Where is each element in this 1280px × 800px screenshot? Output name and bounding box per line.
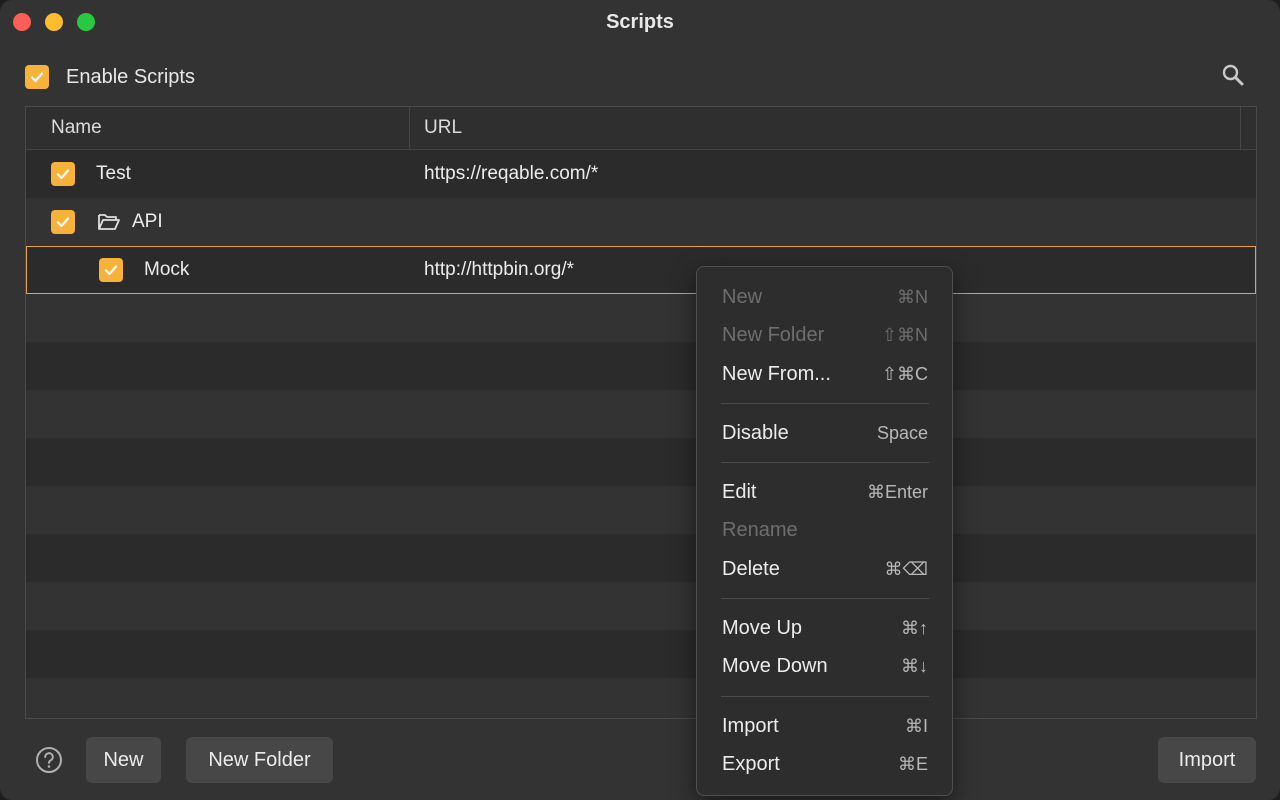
column-divider[interactable] (1240, 107, 1241, 149)
row-enable-checkbox[interactable] (51, 210, 75, 234)
empty-row (26, 582, 1256, 630)
menu-item-shortcut: ⇧⌘C (881, 364, 928, 384)
table-header: Name URL (26, 107, 1256, 150)
checkmark-icon (104, 265, 118, 276)
empty-row (26, 342, 1256, 390)
menu-item-new[interactable]: New ⌘N (697, 280, 952, 314)
scripts-table: Name URL Test https://reqable.com/* API (25, 106, 1257, 719)
script-name: Test (96, 163, 131, 184)
menu-item-label: New From... (722, 363, 831, 385)
menu-item-label: Rename (722, 519, 798, 541)
menu-item-shortcut: ⌘Enter (866, 482, 928, 502)
menu-item-shortcut: ⌘⌫ (884, 559, 928, 579)
menu-item-label: Export (722, 753, 780, 775)
context-menu: New ⌘N New Folder ⇧⌘N New From... ⇧⌘C Di… (696, 266, 953, 796)
menu-item-shortcut: ⌘E (897, 754, 928, 774)
menu-item-export[interactable]: Export ⌘E (697, 747, 952, 781)
menu-item-shortcut: ⇧⌘N (881, 325, 928, 345)
menu-item-label: Delete (722, 558, 780, 580)
empty-row (26, 294, 1256, 342)
title-bar: Scripts (0, 0, 1280, 46)
row-enable-checkbox[interactable] (51, 162, 75, 186)
script-name: Mock (144, 259, 190, 280)
new-folder-button[interactable]: New Folder (186, 737, 333, 783)
folder-open-icon[interactable] (97, 211, 121, 233)
script-url: https://reqable.com/* (424, 163, 599, 184)
menu-separator (721, 598, 929, 599)
row-enable-checkbox[interactable] (99, 258, 123, 282)
menu-item-new-from[interactable]: New From... ⇧⌘C (697, 357, 952, 391)
scripts-window: Scripts Enable Scripts Name URL Test htt… (0, 0, 1280, 800)
table-row[interactable]: API (26, 198, 1256, 246)
import-button[interactable]: Import (1158, 737, 1256, 783)
menu-separator (721, 462, 929, 463)
table-row[interactable]: Test https://reqable.com/* (26, 150, 1256, 198)
menu-item-rename[interactable]: Rename (697, 513, 952, 547)
enable-scripts-checkbox[interactable] (25, 65, 49, 89)
empty-row (26, 630, 1256, 678)
empty-row (26, 390, 1256, 438)
menu-item-label: Move Up (722, 617, 803, 639)
column-divider[interactable] (409, 107, 410, 149)
menu-item-label: New Folder (722, 324, 825, 346)
menu-separator (721, 403, 929, 404)
folder-name: API (132, 211, 163, 232)
menu-item-label: Edit (722, 481, 757, 503)
menu-item-new-folder[interactable]: New Folder ⇧⌘N (697, 318, 952, 352)
menu-item-import[interactable]: Import ⌘I (697, 709, 952, 743)
checkmark-icon (56, 169, 70, 180)
column-header-url[interactable]: URL (424, 107, 462, 149)
menu-item-shortcut: ⌘I (904, 716, 928, 736)
menu-item-move-down[interactable]: Move Down ⌘↓ (697, 649, 952, 683)
menu-item-shortcut: ⌘N (897, 287, 928, 307)
menu-item-label: Move Down (722, 655, 828, 677)
column-header-name[interactable]: Name (51, 107, 102, 149)
table-row-selected[interactable]: Mock http://httpbin.org/* (26, 246, 1256, 294)
search-icon[interactable] (1220, 62, 1246, 88)
menu-item-edit[interactable]: Edit ⌘Enter (697, 475, 952, 509)
checkmark-icon (56, 217, 70, 228)
menu-item-label: Import (722, 715, 779, 737)
new-button[interactable]: New (86, 737, 161, 783)
empty-row (26, 534, 1256, 582)
menu-item-move-up[interactable]: Move Up ⌘↑ (697, 611, 952, 645)
script-url: http://httpbin.org/* (424, 259, 574, 280)
help-icon[interactable] (35, 746, 63, 774)
window-title: Scripts (606, 11, 674, 33)
menu-item-shortcut: Space (876, 423, 928, 443)
empty-row (26, 678, 1256, 718)
enable-scripts-label: Enable Scripts (66, 66, 195, 88)
empty-row (26, 486, 1256, 534)
menu-item-disable[interactable]: Disable Space (697, 416, 952, 450)
menu-item-label: New (722, 286, 763, 308)
checkmark-icon (30, 72, 44, 83)
menu-item-shortcut: ⌘↓ (901, 656, 928, 676)
menu-item-delete[interactable]: Delete ⌘⌫ (697, 552, 952, 586)
empty-row (26, 438, 1256, 486)
menu-separator (721, 696, 929, 697)
menu-item-label: Disable (722, 422, 789, 444)
menu-item-shortcut: ⌘↑ (901, 618, 928, 638)
